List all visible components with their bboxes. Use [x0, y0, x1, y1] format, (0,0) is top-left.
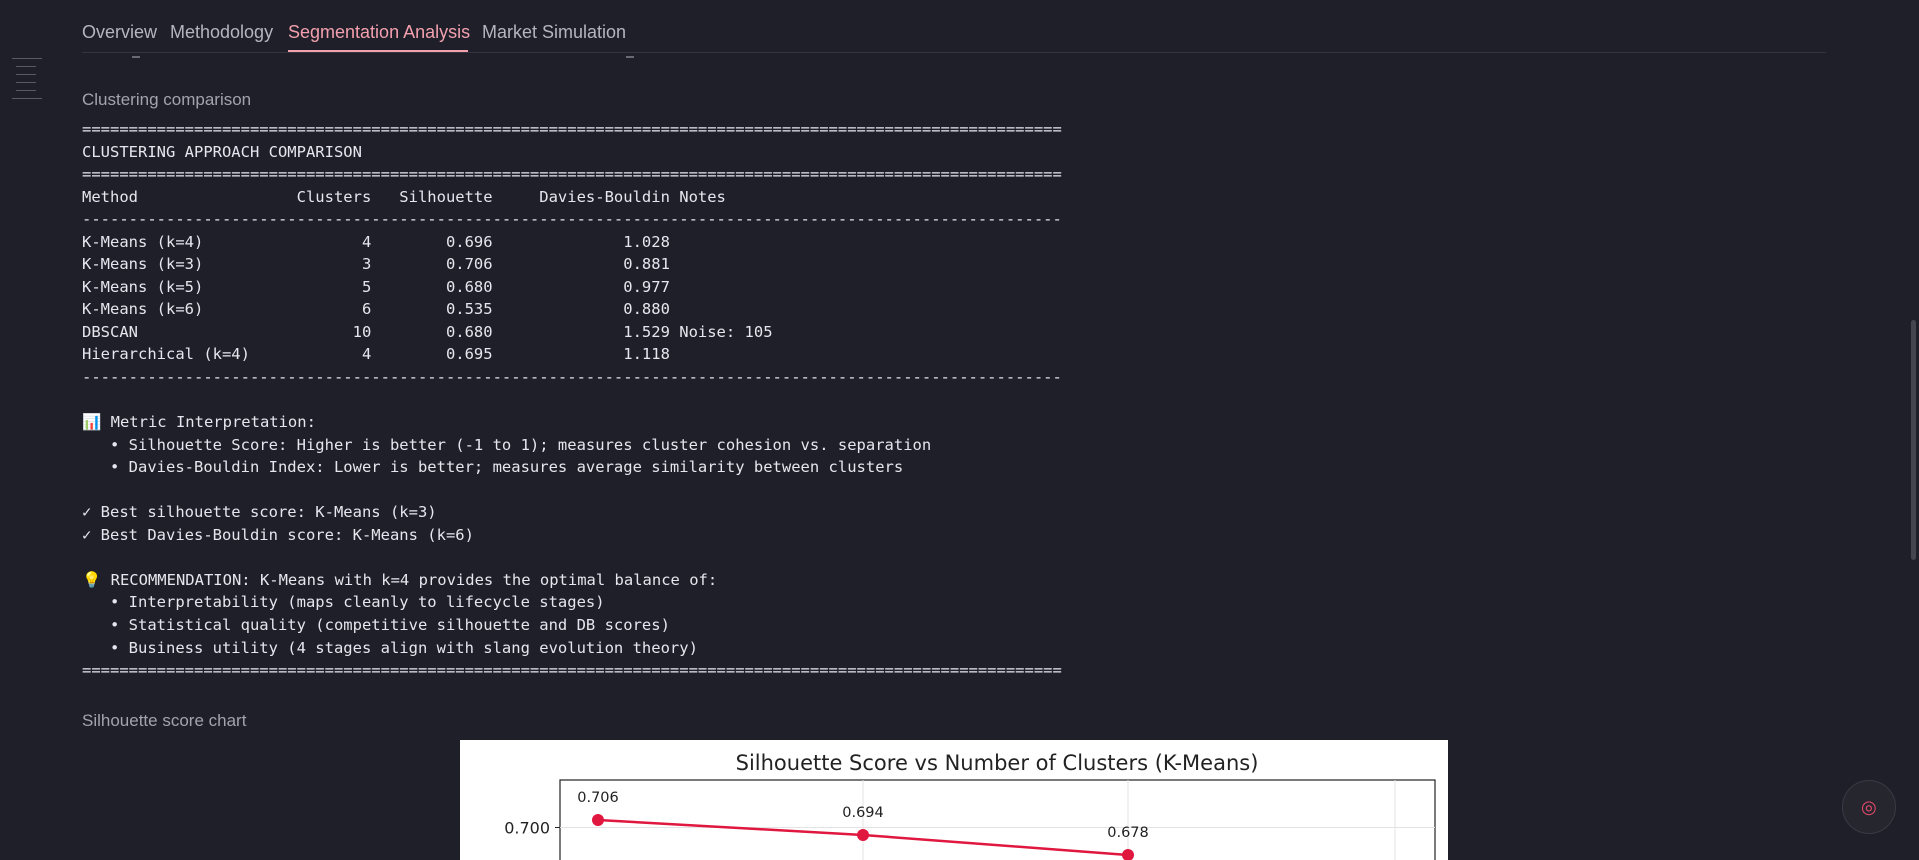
tab-methodology[interactable]: Methodology	[170, 22, 273, 43]
chat-bubble-icon: ◎	[1861, 797, 1877, 817]
clustering-comparison-label: Clustering comparison	[82, 90, 252, 109]
plot-frame	[559, 779, 1436, 860]
active-tab-indicator	[288, 50, 468, 52]
chart-title: Silhouette Score vs Number of Clusters (…	[736, 751, 1259, 775]
clipped-content-mark	[626, 56, 634, 58]
data-label: 0.694	[842, 805, 884, 821]
tab-market-simulation[interactable]: Market Simulation	[482, 22, 626, 43]
data-point	[592, 814, 604, 826]
scrollbar[interactable]	[1911, 320, 1916, 560]
silhouette-chart: Silhouette Score vs Number of Clusters (…	[460, 740, 1448, 860]
data-label: 0.678	[1107, 825, 1149, 841]
silhouette-chart-label: Silhouette score chart	[82, 711, 247, 730]
section-tabs: Overview Methodology Segmentation Analys…	[82, 0, 1826, 53]
chat-button[interactable]: ◎	[1842, 780, 1896, 834]
data-point	[857, 829, 869, 841]
clipped-content-mark	[132, 56, 140, 58]
clustering-comparison-output: ========================================…	[82, 120, 1062, 680]
y-tick-label: 0.700	[504, 819, 550, 838]
table-of-contents-icon[interactable]	[12, 58, 46, 106]
data-label: 0.706	[577, 790, 619, 806]
tab-overview[interactable]: Overview	[82, 22, 157, 43]
tab-segmentation-analysis[interactable]: Segmentation Analysis	[288, 22, 470, 43]
